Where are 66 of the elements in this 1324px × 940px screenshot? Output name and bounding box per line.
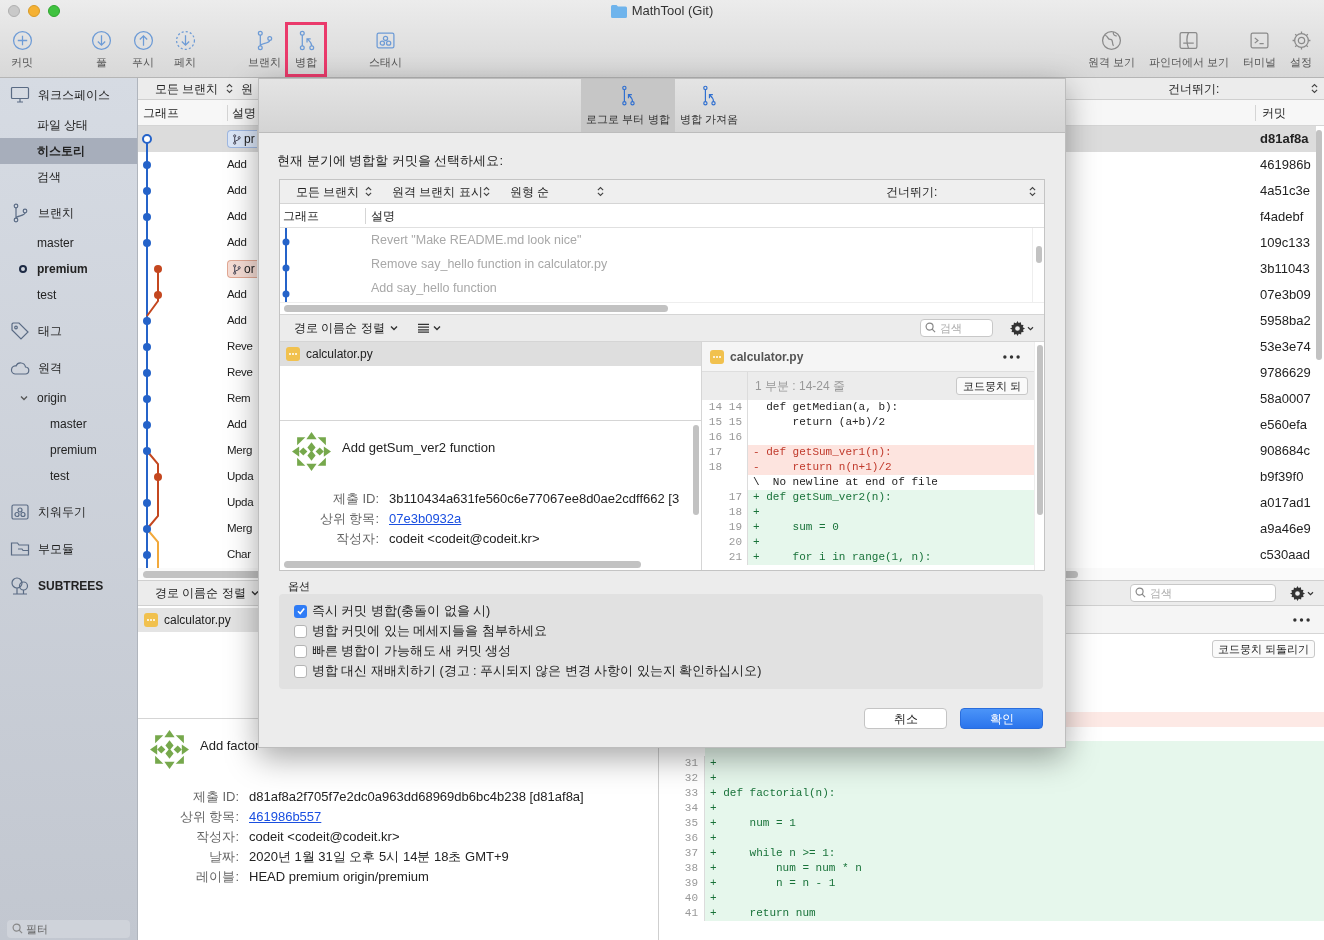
line-number: 15 xyxy=(727,415,742,430)
line-number: 21 xyxy=(727,550,742,565)
commit-hash: 53e3e74 xyxy=(1260,338,1312,357)
column-header: 그래프 xyxy=(280,207,366,224)
commit-hash: d81af8a xyxy=(1260,130,1310,149)
line-number: 17 xyxy=(707,445,722,460)
line-number: 16 xyxy=(727,430,742,445)
line-number: 16 xyxy=(707,430,722,445)
section-header: 브랜치 xyxy=(38,205,74,222)
commit-description: Remove say_hello function in calculator.py xyxy=(371,255,608,273)
section-header: 원격 xyxy=(38,360,62,377)
window-title: MathTool (Git) xyxy=(631,2,714,21)
field-value: codeit <codeit@codeit.kr> xyxy=(249,828,400,847)
prompt-text: 현재 분기에 병합할 커밋을 선택하세요: xyxy=(277,152,505,170)
field-label: 상위 항목: xyxy=(178,808,240,827)
commit-description: Rem xyxy=(227,391,251,407)
commit-hash: 58a0007 xyxy=(1260,390,1312,409)
badge-label: or xyxy=(244,261,255,278)
line-number: 15 xyxy=(707,415,722,430)
line-number: 20 xyxy=(727,535,742,550)
section-header: 치워두기 xyxy=(38,504,86,521)
column-header: 설명 xyxy=(370,207,395,225)
section-title: 옵션 xyxy=(288,579,311,593)
commit-description: Add xyxy=(227,313,247,329)
column-header: 그래프 xyxy=(138,104,228,121)
field-label: 작성자: xyxy=(195,828,240,847)
section-header: 워크스페이스 xyxy=(38,87,110,104)
field-label: 작성자: xyxy=(335,530,380,549)
line-number: 18 xyxy=(727,505,742,520)
section-header: SUBTREES xyxy=(38,578,104,595)
option-label: 병합 대신 재배치하기 (경고 : 푸시되지 않은 변경 사항이 있는지 확인하십시오) xyxy=(312,662,762,680)
commit-description: Reve xyxy=(227,339,253,355)
commit-title: Add getSum_ver2 function xyxy=(342,439,496,457)
hunk-header: 1 부분 : 14-24 줄 xyxy=(755,378,846,395)
column-header: 커밋 xyxy=(1255,104,1324,121)
commit-title: Add factor xyxy=(200,737,260,755)
line-number: 14 xyxy=(707,400,722,415)
option-label: 빠른 병합이 가능해도 새 커밋 생성 xyxy=(312,642,512,660)
file-name: calculator.py xyxy=(730,348,804,366)
field-value: 3b110434a631fe560c6e77067ee8d0ae2cdff662 [3 xyxy=(389,490,680,509)
field-value: 2020년 1월 31일 오후 5시 14분 18초 GMT+9 xyxy=(249,848,509,867)
field-label: 상위 항목: xyxy=(318,510,380,529)
section-header: 태그 xyxy=(38,323,62,340)
field-label: 제출 ID: xyxy=(191,788,240,807)
badge-label: pr xyxy=(244,131,255,148)
commit-hash: 3b11043 xyxy=(1260,260,1311,279)
field-value: codeit <codeit@codeit.kr> xyxy=(389,530,540,549)
field-value: HEAD premium origin/premium xyxy=(249,868,429,887)
commit-hash: 9786629 xyxy=(1260,364,1312,383)
line-number: 18 xyxy=(707,460,722,475)
option-label: 즉시 커밋 병합(충돌이 없을 시) xyxy=(312,602,491,620)
commit-description: Add say_hello function xyxy=(371,279,497,297)
filter-label: 원 xyxy=(241,80,254,98)
field-label: 날짜: xyxy=(208,848,240,867)
field-value: d81af8a2f705f7e2dc0a963dd68969db6bc4b238 [d81af8a] xyxy=(249,788,584,807)
line-number: 17 xyxy=(727,490,742,505)
commit-description: Reve xyxy=(227,365,253,381)
line-number: 14 xyxy=(727,400,742,415)
field-label: 레이블: xyxy=(195,868,240,887)
commit-description: Revert "Make README.md look nice" xyxy=(371,231,582,249)
commit-hash: 5958ba2 xyxy=(1260,312,1312,331)
column-header: 설명 xyxy=(231,104,256,122)
field-label: 제출 ID: xyxy=(331,490,380,509)
section-header: 부모듈 xyxy=(38,541,74,558)
option-label: 병합 커밋에 있는 메세지들을 첨부하세요 xyxy=(312,622,547,640)
line-number: 19 xyxy=(727,520,742,535)
